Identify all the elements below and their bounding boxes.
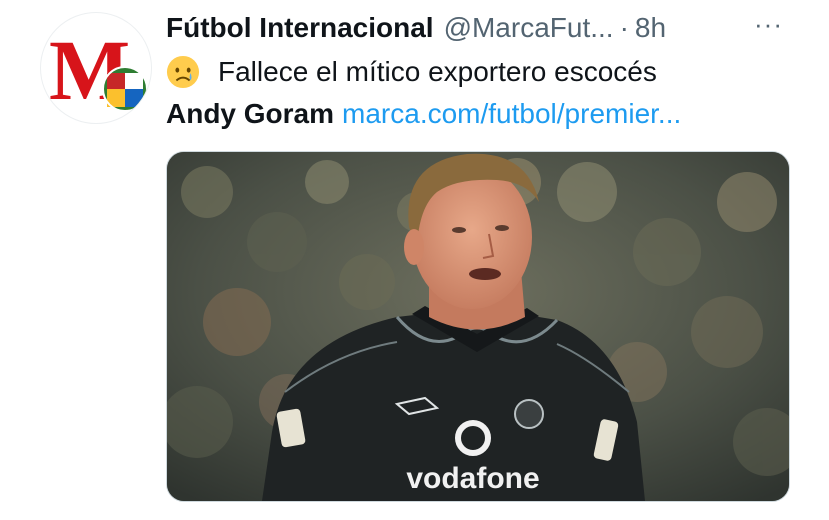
- separator-dot: ·: [619, 12, 629, 43]
- display-name[interactable]: Fútbol Internacional: [166, 8, 434, 48]
- tweet-bold-name: Andy Goram: [166, 98, 335, 129]
- tweet-text-line-2: Andy Goram marca.com/futbol/premier...: [166, 94, 681, 134]
- article-link[interactable]: marca.com/futbol/premier...: [342, 98, 681, 129]
- account-handle[interactable]: @MarcaFut...: [444, 8, 614, 48]
- tweet-text: Fallece el mítico exportero escocés: [218, 56, 657, 87]
- tweet-media-image[interactable]: vodafone: [166, 151, 790, 502]
- marca-logo-icon: M: [49, 22, 148, 118]
- shirt-sponsor-text: vodafone: [406, 462, 539, 495]
- tweet-text-line-1: Fallece el mítico exportero escocés: [166, 52, 657, 92]
- goalkeeper-photo: vodafone: [167, 152, 789, 501]
- timestamp[interactable]: 8h: [635, 8, 666, 48]
- more-options-button[interactable]: ···: [754, 11, 783, 37]
- tweet-header: Fútbol Internacional @MarcaFut... · 8h: [166, 8, 666, 48]
- crying-face-icon: [166, 55, 200, 89]
- avatar[interactable]: M: [40, 12, 152, 124]
